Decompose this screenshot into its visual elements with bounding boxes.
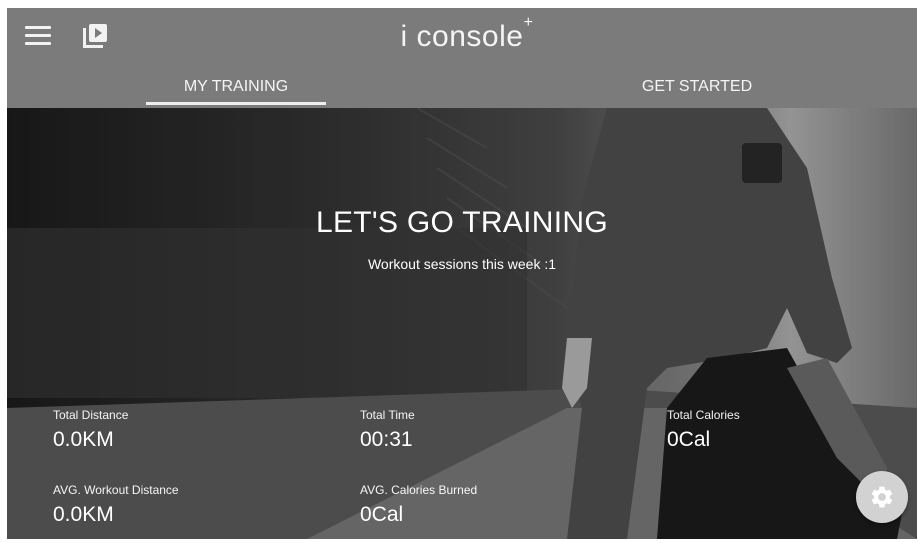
stat-label: AVG. Calories Burned [360,483,478,497]
hero-banner: LET'S GO TRAINING Workout sessions this … [7,108,917,539]
stat-value: 00:31 [360,428,413,451]
stat-value: 0Cal [360,503,404,526]
tab-get-started-label: GET STARTED [641,78,753,95]
stat-value: 0Cal [667,428,711,451]
stat-value: 0.0KM [53,503,114,526]
gear-icon [871,486,893,508]
stat-label: Total Calories [667,408,740,422]
stat-total-time: Total Time 00:31 [360,408,415,452]
stat-total-distance: Total Distance 0.0KM [53,408,128,452]
hero-background-image [7,108,917,539]
hero-title: LET'S GO TRAINING [316,206,608,239]
stat-total-calories: Total Calories 0Cal [667,408,740,452]
settings-button[interactable] [856,471,908,523]
active-tab-indicator [146,102,326,105]
stat-value: 0.0KM [53,428,114,451]
hero-subtitle: Workout sessions this week :1 [367,256,557,272]
tab-my-training-label: MY TRAINING [183,78,289,95]
stat-label: Total Distance [53,408,129,422]
tab-get-started[interactable]: GET STARTED [597,66,797,108]
stat-avg-calories-burned: AVG. Calories Burned 0Cal [360,483,477,527]
stat-avg-workout-distance: AVG. Workout Distance 0.0KM [53,483,179,527]
app-frame: i console + MY TRAINING GET STARTED LET'… [7,8,917,539]
stat-label: Total Time [360,408,415,422]
app-logo-plus: + [523,14,534,31]
app-logo: i console + [7,14,917,54]
app-bar: i console + MY TRAINING GET STARTED [7,8,917,108]
app-logo-text: i console [400,20,524,53]
stat-label: AVG. Workout Distance [53,483,179,497]
